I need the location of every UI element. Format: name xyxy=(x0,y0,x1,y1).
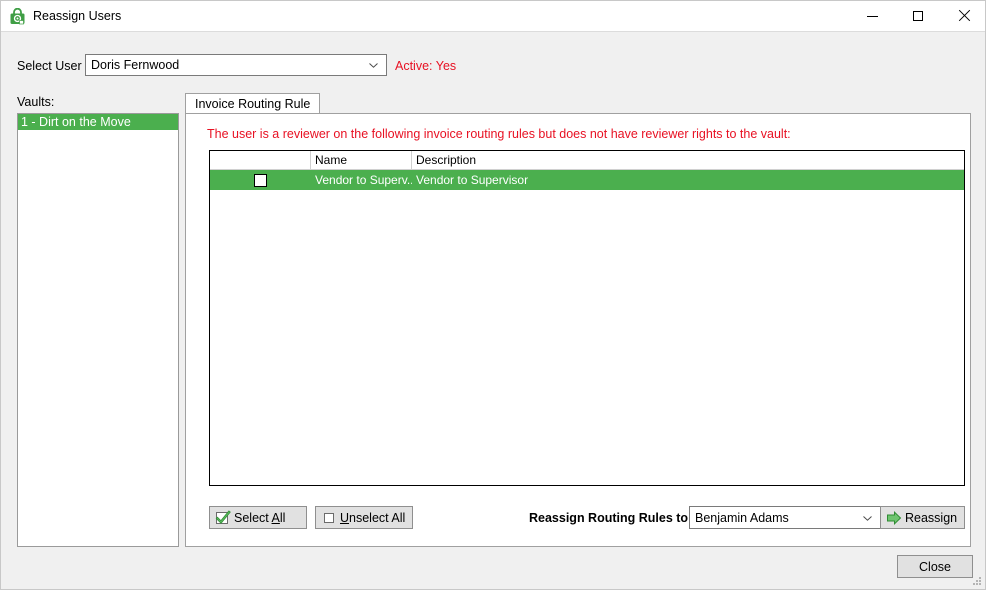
column-header-name[interactable]: Name xyxy=(311,151,412,170)
grid-header-row: Name Description xyxy=(210,151,964,170)
select-user-label: Select User xyxy=(17,59,82,73)
tab-strip: Invoice Routing Rule xyxy=(185,93,971,114)
row-checkbox[interactable] xyxy=(254,173,267,187)
reassign-target-value: Benjamin Adams xyxy=(695,510,789,525)
select-user-dropdown[interactable]: Doris Fernwood xyxy=(85,54,387,76)
reassign-button[interactable]: Reassign xyxy=(880,506,965,529)
unselect-all-label: Unselect All xyxy=(340,510,406,525)
window-title: Reassign Users xyxy=(33,9,122,23)
close-button[interactable]: Close xyxy=(897,555,973,578)
row-name-cell: Vendor to Superv... xyxy=(315,173,412,187)
vaults-label: Vaults: xyxy=(17,95,55,109)
reassign-users-dialog: Reassign Users Select User Doris Fernwoo… xyxy=(0,0,986,590)
reassign-to-label: Reassign Routing Rules to xyxy=(529,511,689,525)
tab-panel: The user is a reviewer on the following … xyxy=(185,113,971,547)
row-description-cell: Vendor to Supervisor xyxy=(416,173,529,187)
close-button-label: Close xyxy=(919,559,951,574)
active-status-label: Active: Yes xyxy=(395,59,457,73)
green-check-icon xyxy=(215,509,231,526)
column-header-description[interactable]: Description xyxy=(412,151,964,170)
maximize-button[interactable] xyxy=(895,1,941,31)
select-all-label: Select All xyxy=(234,510,286,525)
empty-checkbox-icon xyxy=(321,510,337,526)
vault-lock-icon xyxy=(9,7,26,25)
reassign-button-label: Reassign xyxy=(905,510,958,525)
minimize-button[interactable] xyxy=(849,1,895,31)
warning-message: The user is a reviewer on the following … xyxy=(207,127,791,141)
tab-invoice-routing-rule[interactable]: Invoice Routing Rule xyxy=(185,93,321,114)
select-user-value: Doris Fernwood xyxy=(91,58,180,72)
list-item[interactable]: 1 - Dirt on the Move xyxy=(18,114,178,130)
table-row[interactable]: Vendor to Superv... Vendor to Supervisor xyxy=(210,170,964,190)
close-icon xyxy=(958,10,970,22)
resize-grip-icon[interactable] xyxy=(970,574,982,586)
minimize-icon xyxy=(866,16,878,17)
chevron-down-icon xyxy=(863,515,872,521)
reassign-target-dropdown[interactable]: Benjamin Adams xyxy=(689,506,881,529)
vaults-list[interactable]: 1 - Dirt on the Move xyxy=(17,113,179,547)
row-select-cell[interactable] xyxy=(210,170,311,190)
column-header-select[interactable] xyxy=(210,151,311,170)
select-all-button[interactable]: Select All xyxy=(209,506,307,529)
green-arrow-right-icon xyxy=(886,510,902,526)
routing-rules-grid[interactable]: Name Description Vendor to Superv... Ven… xyxy=(209,150,965,486)
unselect-all-button[interactable]: Unselect All xyxy=(315,506,413,529)
title-bar: Reassign Users xyxy=(1,1,985,32)
chevron-down-icon xyxy=(369,63,378,68)
close-window-button[interactable] xyxy=(941,1,985,31)
maximize-icon xyxy=(913,11,923,21)
